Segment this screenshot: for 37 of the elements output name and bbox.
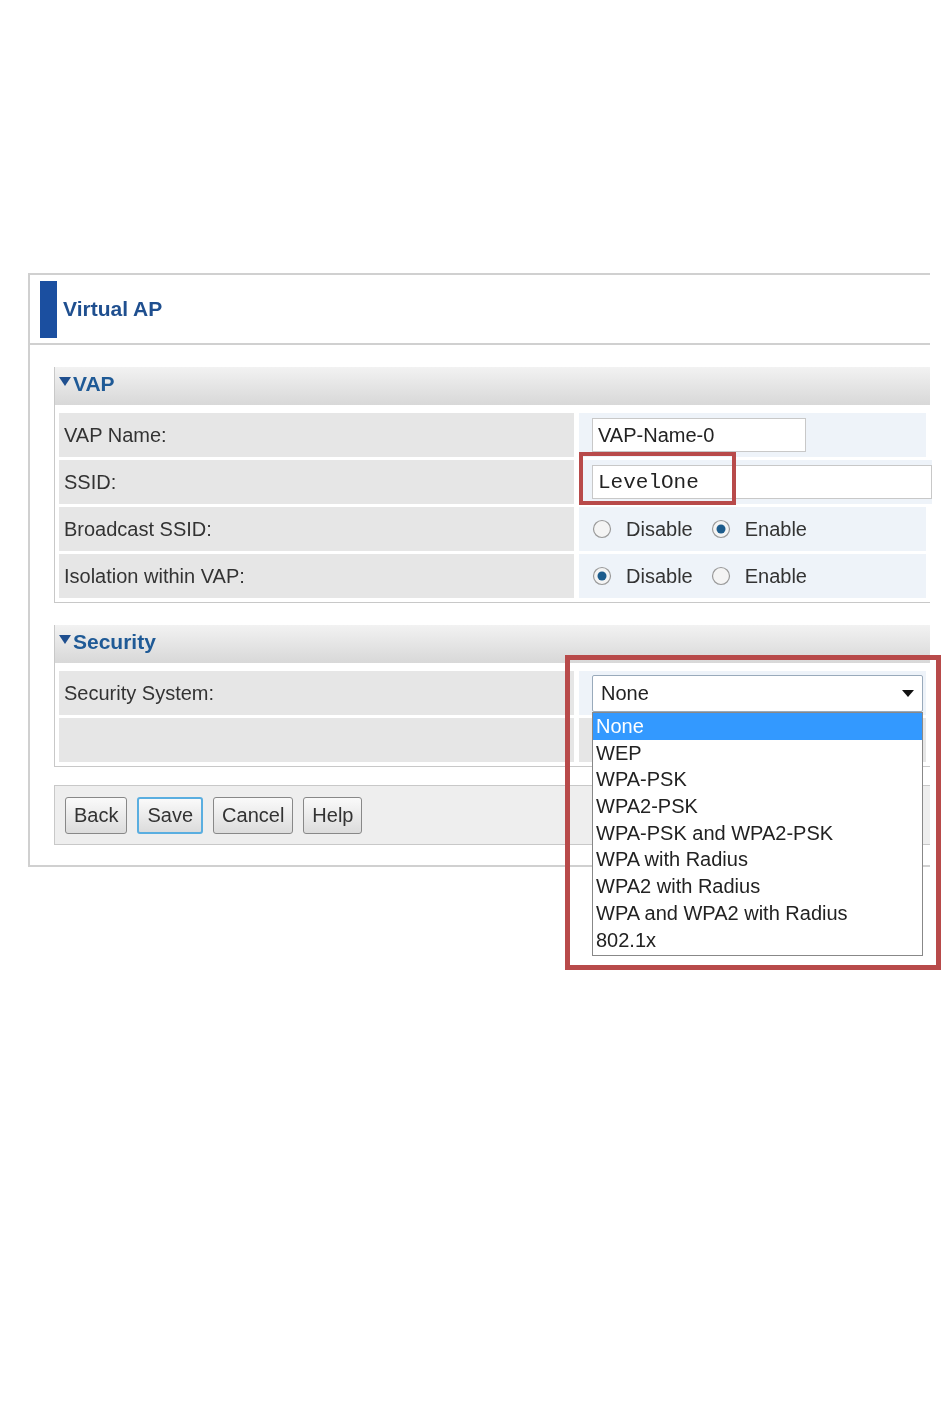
radio-unselected[interactable] (710, 566, 731, 586)
form-button[interactable]: Save (137, 796, 204, 834)
dropdown-option[interactable]: 802.1x (593, 926, 922, 954)
section-header[interactable]: VAP (55, 367, 930, 405)
section-title: VAP (73, 373, 115, 394)
field-label: Broadcast SSID: (64, 517, 212, 542)
dropdown-option[interactable]: WEP (593, 739, 922, 767)
form-button[interactable]: Cancel (213, 796, 294, 834)
dropdown-option[interactable]: WPA-PSK and WPA2-PSK (593, 819, 922, 847)
page-title: Virtual AP (63, 296, 163, 323)
radio-label: Enable (744, 564, 807, 589)
field-label: SSID: (64, 470, 117, 495)
dropdown-option[interactable]: WPA2 with Radius (593, 873, 922, 900)
collapse-triangle-icon (59, 635, 71, 644)
section-title: Security (73, 631, 156, 652)
field-label: Security System: (64, 681, 215, 706)
section-header[interactable]: Security (55, 625, 930, 663)
field-label: VAP Name: (64, 423, 167, 448)
text-field[interactable]: VAP-Name-0 (592, 418, 806, 452)
dropdown-option[interactable]: WPA2-PSK (593, 793, 922, 820)
radio-label: Disable (626, 564, 693, 589)
select-field[interactable]: None (592, 674, 923, 712)
field-label: Isolation within VAP: (64, 564, 245, 589)
dropdown-arrow-icon (902, 689, 914, 697)
radio-label: Enable (744, 517, 807, 542)
collapse-triangle-icon (59, 377, 71, 386)
radio-unselected[interactable] (592, 519, 612, 539)
radio-selected[interactable] (710, 519, 731, 539)
dropdown-option[interactable]: WPA-PSK (593, 766, 922, 794)
title-accent-bar (40, 280, 57, 338)
form-button[interactable]: Help (303, 796, 363, 834)
dropdown-option[interactable]: WPA with Radius (593, 846, 922, 874)
dropdown-option[interactable]: WPA and WPA2 with Radius (593, 899, 922, 927)
radio-selected[interactable] (592, 566, 612, 586)
radio-label: Disable (626, 517, 693, 542)
text-field[interactable]: LevelOne (592, 465, 932, 499)
form-button[interactable]: Back (65, 796, 128, 834)
